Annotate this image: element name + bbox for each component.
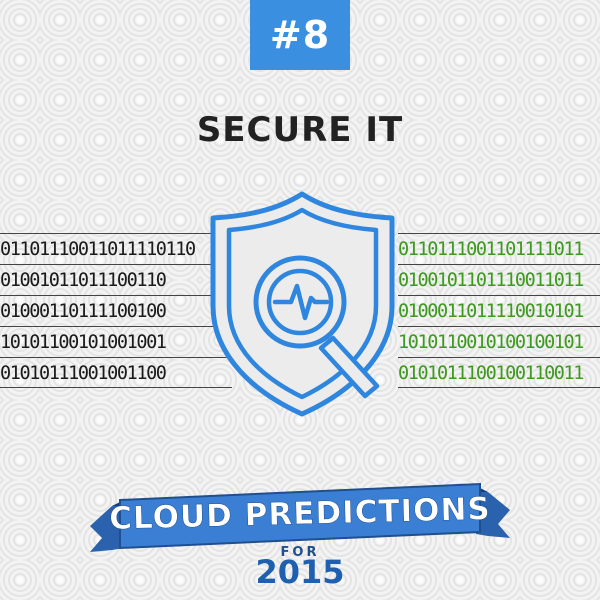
binary-text: 01001011011100110	[0, 270, 167, 291]
binary-text: 0110111001101111011	[398, 239, 584, 260]
binary-text: 1010110010100100101	[398, 332, 584, 353]
binary-row: 01101110011011110110	[0, 233, 232, 264]
binary-text: 01010111001001100	[0, 363, 167, 384]
binary-text: 0100011011110010101	[398, 301, 584, 322]
shield-magnifier-pulse-icon	[210, 191, 395, 417]
binary-row: 0100011011110010101	[398, 295, 600, 326]
banner-year-text: 2015	[255, 553, 345, 591]
binary-text: 10101100101001001	[0, 332, 167, 353]
binary-row: 10101100101001001	[0, 326, 232, 357]
binary-row: 0110111001101111011	[398, 233, 600, 264]
graphic-canvas: #8 SECURE IT 01101110011011110110 010010…	[0, 0, 600, 600]
binary-text: 0101011100100110011	[398, 363, 584, 384]
binary-text: 01000110111100100	[0, 301, 167, 322]
binary-right: 0110111001101111011 0100101101110011011 …	[398, 233, 600, 388]
binary-row: 1010110010100100101	[398, 326, 600, 357]
binary-left: 01101110011011110110 01001011011100110 0…	[0, 233, 232, 388]
headline: SECURE IT	[196, 110, 404, 150]
number-badge: #8	[250, 0, 350, 70]
binary-row: 01010111001001100	[0, 357, 232, 388]
binary-text: 0100101101110011011	[398, 270, 584, 291]
binary-row: 0101011100100110011	[398, 357, 600, 388]
binary-row: 01001011011100110	[0, 264, 232, 295]
number-badge-text: #8	[269, 13, 331, 57]
binary-text: 01101110011011110110	[0, 239, 196, 260]
binary-row: 0100101101110011011	[398, 264, 600, 295]
binary-row: 01000110111100100	[0, 295, 232, 326]
